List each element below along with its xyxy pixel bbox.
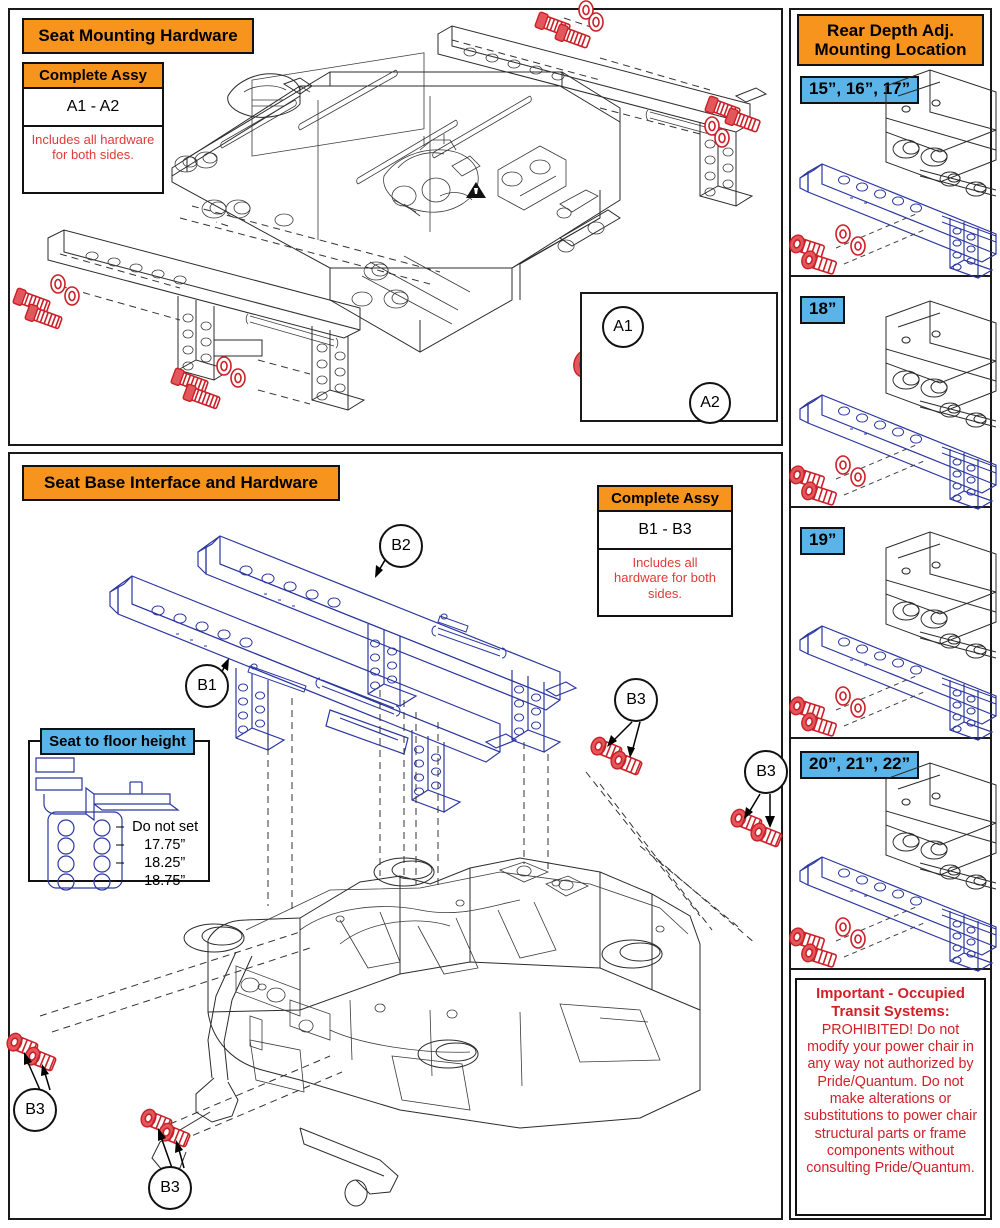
important-transit-warning: Important - Occupied Transit Systems: PR… [795,978,986,1216]
sf-dash-3: – [116,873,125,889]
assy-a-note: Includes all hardware for both sides. [31,132,155,163]
size-badge-20-21-22: 20”, 21”, 22” [800,751,920,779]
assy-box-a: Complete Assy A1 - A2 Includes all hardw… [22,62,164,194]
size-badge-18: 18” [800,296,846,324]
divider-cell-1 [791,275,990,277]
assy-b-header: Complete Assy [599,487,731,512]
sf-label-2: 18.25” [144,855,186,871]
sf-dash-0: – [116,819,125,835]
callout-b3-left: B3 [13,1088,57,1132]
size-badge-15-16-17: 15”, 16”, 17” [800,76,920,104]
sf-label-1: 17.75” [144,837,186,853]
title-seat-mounting-hardware: Seat Mounting Hardware [22,18,254,54]
divider-cell-2 [791,506,990,508]
title-rear-depth-line1: Rear Depth Adj. [827,20,954,40]
seat-to-floor-inset: – Do not set – 17.75” – 18.25” – 18.75” [28,740,210,891]
diagram-page: Seat Mounting Hardware Complete Assy A1 … [0,0,1000,1228]
divider-cell-3 [791,737,990,739]
divider-cell-4 [791,968,990,970]
callout-b1: B1 [185,664,229,708]
assy-b-note: Includes all hardware for both sides. [614,555,716,601]
sf-dash-2: – [116,855,125,871]
title-seat-base-interface: Seat Base Interface and Hardware [22,465,340,501]
warning-body: PROHIBITED! Do not modify your power cha… [803,1021,978,1177]
sf-dash-1: – [116,837,125,853]
callout-a1: A1 [602,306,644,348]
assy-a-header: Complete Assy [24,64,162,89]
callout-b3-bottom: B3 [148,1166,192,1210]
title-rear-depth-adj: Rear Depth Adj. Mounting Location [797,14,984,66]
callout-b3-top: B3 [614,678,658,722]
sf-row-2: – 18.25” [116,856,185,871]
sf-row-0: – Do not set [116,820,198,835]
sf-label-0: Do not set [132,819,199,835]
warning-heading: Important - Occupied Transit Systems: [816,986,965,1020]
title-rear-depth-line2: Mounting Location [814,40,967,59]
size-badge-19: 19” [800,527,846,555]
assy-a-range: A1 - A2 [24,89,162,127]
callout-b2: B2 [379,524,423,568]
sf-row-3: – 18.75” [116,874,185,889]
sf-row-1: – 17.75” [116,838,185,853]
callout-a2: A2 [689,382,731,424]
callout-b3-right: B3 [744,750,788,794]
seat-to-floor-badge: Seat to floor height [40,728,195,755]
sf-label-3: 18.75” [144,873,186,889]
assy-b-range: B1 - B3 [599,512,731,550]
assy-box-b: Complete Assy B1 - B3 Includes all hardw… [597,485,733,617]
